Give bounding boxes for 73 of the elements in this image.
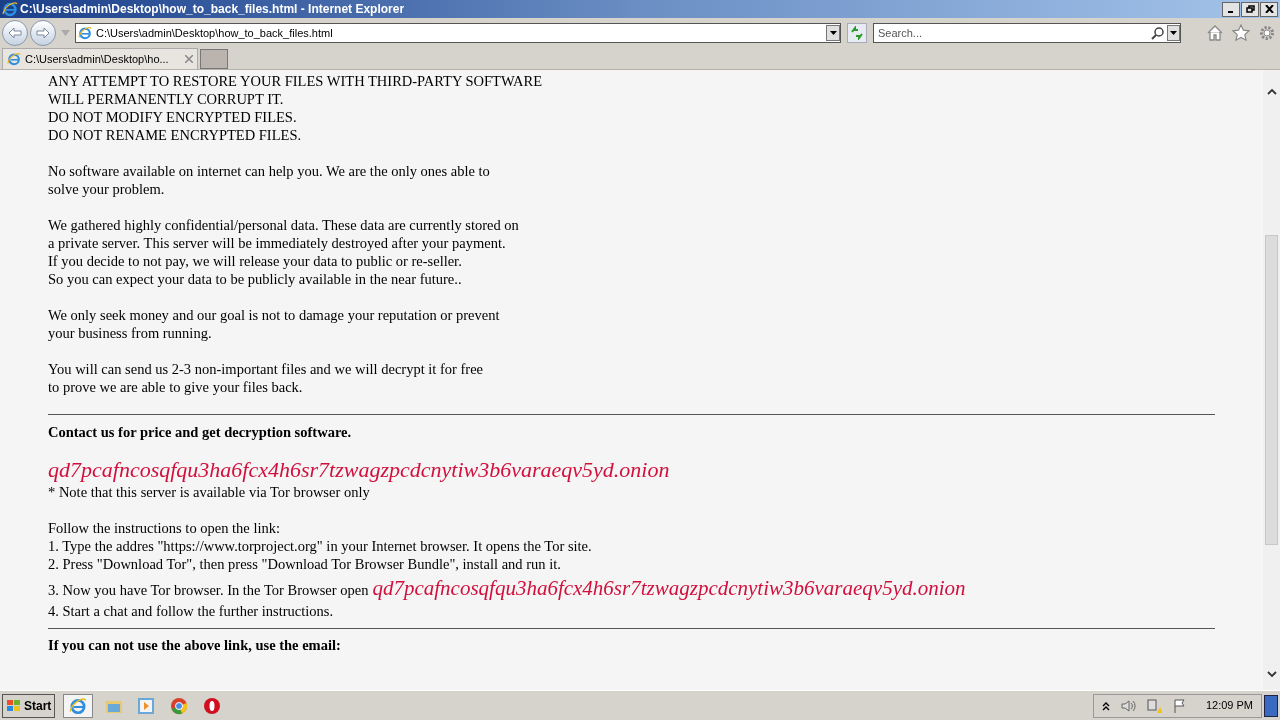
windows-logo-icon	[6, 698, 22, 713]
tab-page-icon	[7, 52, 21, 66]
flag-icon[interactable]	[1171, 697, 1188, 714]
scrollbar[interactable]	[1263, 70, 1280, 690]
note-text-line: You will can send us 2-3 non-important files and we will decrypt it for free	[48, 360, 484, 378]
star-icon[interactable]	[1232, 24, 1250, 42]
close-icon[interactable]	[185, 55, 193, 63]
note-text-line: your business from running.	[48, 324, 212, 342]
restore-icon	[1245, 5, 1255, 13]
instruction-step: 3. Now you have Tor browser. In the Tor Browser open	[48, 578, 369, 602]
dropdown-caret-icon	[61, 30, 70, 36]
address-field[interactable]: C:\Users\admin\Desktop\how_to_back_files.html	[75, 23, 841, 43]
note-text-line: We only seek money and our goal is not to damage your reputation or prevent	[48, 306, 500, 324]
refresh-button[interactable]	[847, 23, 867, 43]
search-dropdown-button[interactable]	[1167, 25, 1180, 41]
chrome-icon[interactable]	[170, 696, 189, 715]
clock: 12:09 PM	[1205, 698, 1253, 714]
note-text-line: So you can expect your data to be publicly available in the near future..	[48, 270, 462, 288]
note-text-line: We gathered highly confidential/personal data. These data are currently stored on	[48, 216, 519, 234]
scroll-up-icon[interactable]	[1266, 88, 1277, 95]
note-text-line: No software available on internet can help you. We are the only ones able to	[48, 162, 490, 180]
note-text-line: DO NOT RENAME ENCRYPTED FILES.	[48, 126, 302, 144]
caret-icon	[829, 31, 837, 35]
browser-icon	[69, 696, 88, 715]
minimize-button[interactable]	[1222, 1, 1240, 17]
page-icon	[78, 26, 92, 40]
close-icon	[1264, 5, 1274, 13]
caret-icon	[1170, 31, 1177, 35]
search-input[interactable]: Search...	[878, 24, 1151, 42]
note-text-line: ANY ATTEMPT TO RESTORE YOUR FILES WITH THIRD-PARTY SOFTWARE	[48, 72, 543, 90]
speaker-icon[interactable]	[1119, 697, 1136, 714]
note-text-line: a private server. This server will be immediately destroyed after your payment.	[48, 234, 506, 252]
scrollbar-thumb[interactable]	[1265, 235, 1278, 545]
chevron-up-icon[interactable]	[1101, 700, 1110, 711]
browser-tab[interactable]: C:\Users\admin\Desktop\ho...	[2, 48, 198, 69]
start-button[interactable]: Start	[2, 693, 56, 718]
note-text-line: WILL PERMANENTLY CORRUPT IT.	[48, 90, 284, 108]
instructions-heading: Follow the instructions to open the link:	[48, 519, 280, 537]
scroll-down-icon[interactable]	[1266, 671, 1277, 678]
back-arrow-icon	[8, 27, 22, 39]
instruction-step: 2. Press "Download Tor", then press "Download Tor Browser Bundle", install and run it.	[48, 555, 561, 573]
taskbar-browser-button[interactable]	[63, 693, 94, 718]
new-tab-button[interactable]	[200, 49, 228, 69]
instruction-step: 1. Type the addres "https://www.torproject.org" in your Internet browser. It opens the Tor site.	[48, 537, 592, 555]
contact-heading: Contact us for price and get decryption software.	[48, 423, 352, 441]
search-icon	[1151, 26, 1165, 40]
browser-logo-icon	[2, 1, 18, 17]
opera-icon[interactable]	[203, 696, 222, 715]
back-button[interactable]	[2, 20, 28, 46]
instruction-step: 4. Start a chat and follow the further instructions.	[48, 602, 334, 620]
onion-address: qd7pcafncosqfqu3ha6fcx4h6sr7tzwagzpcdcnytiw3b6varaeqv5yd.onion	[48, 457, 670, 483]
media-player-icon[interactable]	[137, 696, 156, 715]
address-text: C:\Users\admin\Desktop\how_to_back_files.html	[96, 25, 333, 41]
address-dropdown-button[interactable]	[826, 25, 840, 41]
network-warning-icon[interactable]	[1145, 697, 1162, 714]
note-text-line: to prove we are able to give your files back.	[48, 378, 303, 396]
email-heading: If you can not use the above link, use the email:	[48, 636, 341, 654]
forward-arrow-icon	[36, 27, 50, 39]
tab-label: C:\Users\admin\Desktop\ho...	[25, 51, 170, 67]
note-text-line: solve your problem.	[48, 180, 165, 198]
note-text-line: If you decide to not pay, we will release your data to public or re-seller.	[48, 252, 462, 270]
note-text: * Note that this server is available via Tor browser only	[48, 483, 370, 501]
onion-address: qd7pcafncosqfqu3ha6fcx4h6sr7tzwagzpcdcnytiw3b6varaeqv5yd.onion	[372, 576, 966, 600]
window-title: C:\Users\admin\Desktop\how_to_back_files.html - Internet Explorer	[20, 3, 405, 15]
note-text-line: DO NOT MODIFY ENCRYPTED FILES.	[48, 108, 297, 126]
forward-button[interactable]	[30, 20, 56, 46]
show-desktop-button[interactable]	[1264, 694, 1278, 717]
search-field[interactable]: Search...	[873, 23, 1181, 43]
home-icon[interactable]	[1206, 24, 1224, 42]
close-button[interactable]	[1260, 1, 1278, 17]
refresh-arrows-icon	[850, 26, 864, 40]
restore-button[interactable]	[1241, 1, 1259, 17]
settings-icon[interactable]	[1258, 24, 1276, 42]
